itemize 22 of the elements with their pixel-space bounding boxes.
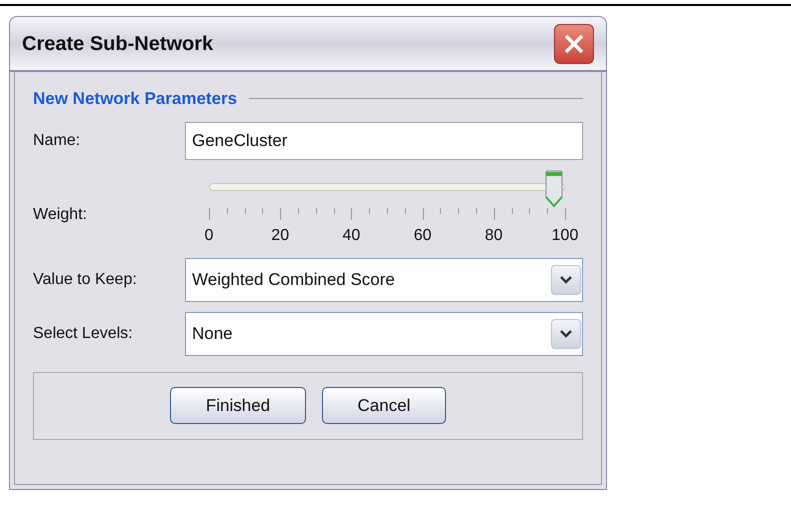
tick-label: 20 (271, 226, 290, 246)
window-title: Create Sub-Network (22, 32, 214, 56)
dropdown-field[interactable]: None (185, 312, 583, 356)
slider-thumb[interactable] (544, 170, 564, 208)
name-field[interactable]: GeneCluster (185, 122, 583, 160)
field-label: Select Levels: (33, 324, 134, 344)
tick-label: 100 (552, 226, 578, 246)
dropdown-value: Weighted Combined Score (192, 268, 395, 291)
field-label: Value to Keep: (33, 270, 138, 290)
close-button[interactable] (554, 24, 594, 64)
dialog-button[interactable]: Finished (170, 387, 306, 424)
dropdown-field[interactable]: Weighted Combined Score (185, 258, 583, 302)
dialog-button[interactable]: Cancel (322, 387, 446, 424)
field-label: Name: (33, 130, 82, 150)
tick-label: 60 (414, 226, 432, 246)
tick-label: 80 (484, 226, 503, 246)
field-label: Weight: (33, 204, 88, 224)
tick-label: 40 (342, 226, 360, 246)
group-title: New Network Parameters (33, 88, 238, 110)
close-icon (563, 32, 585, 54)
dropdown-value: None (192, 322, 233, 345)
tick-label: 0 (204, 226, 214, 246)
